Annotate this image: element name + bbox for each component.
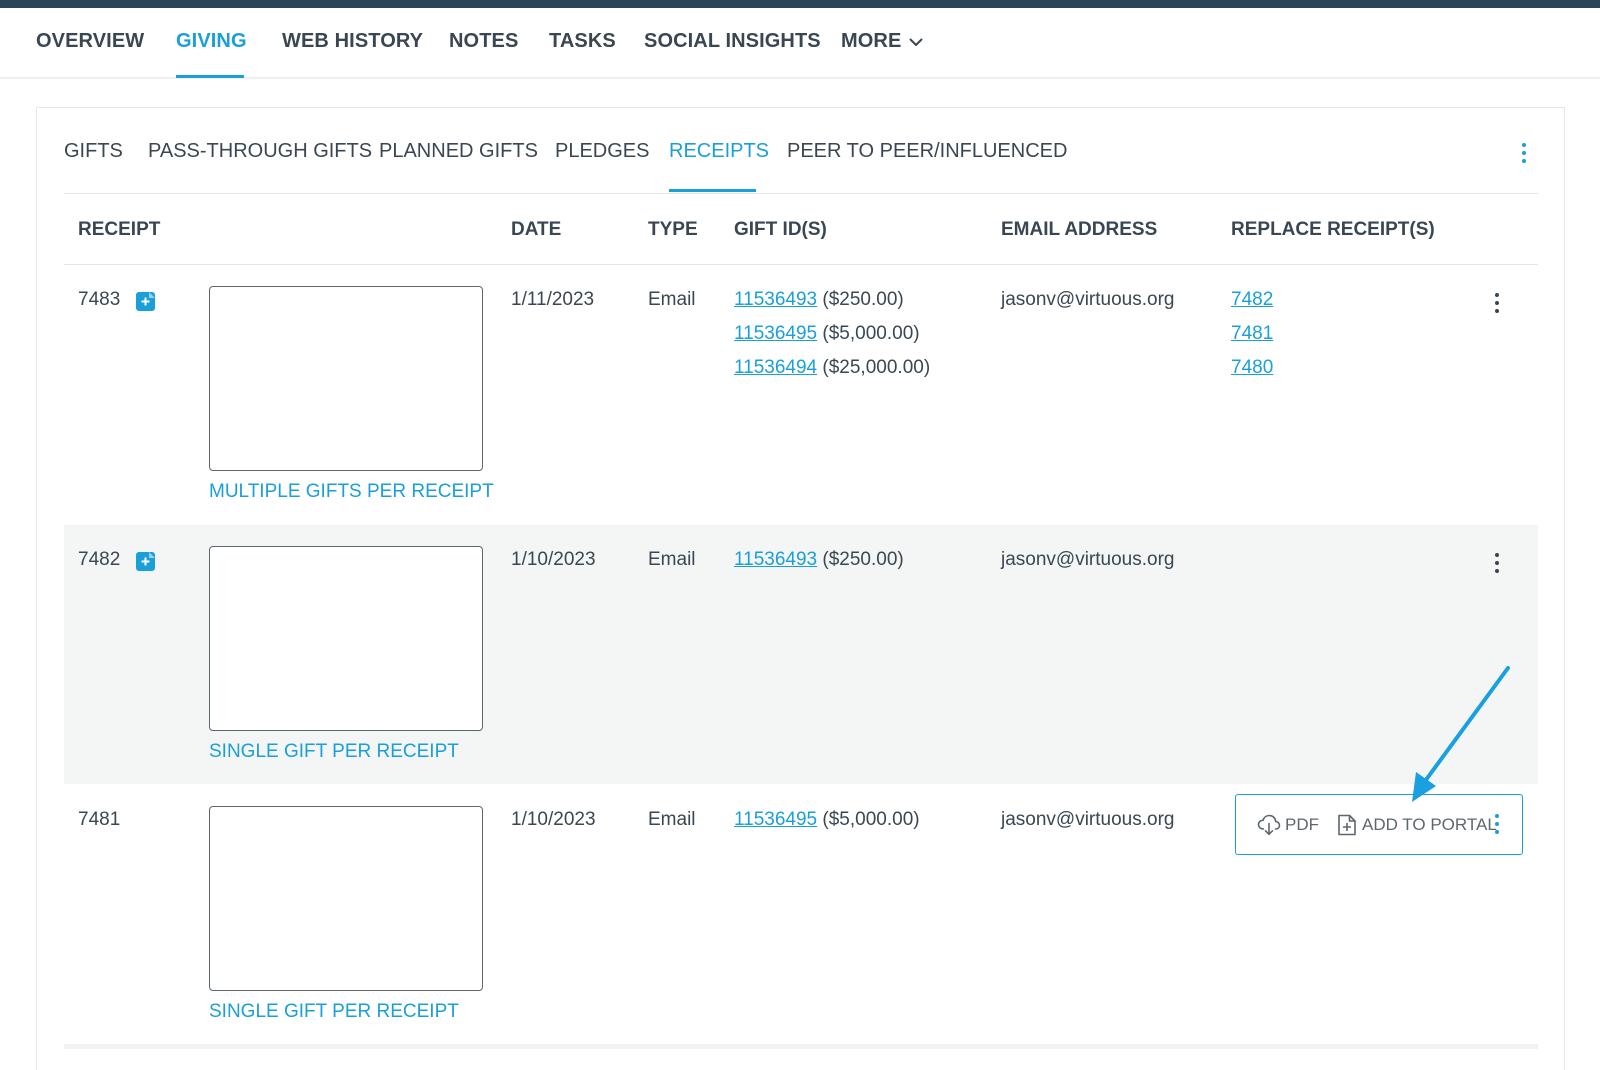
tab-more[interactable]: MORE [841,30,923,53]
arrow-annotation [1412,666,1510,802]
receipt-type: Email [648,809,696,830]
subtab-receipts[interactable]: RECEIPTS [669,140,769,163]
receipt-type: Email [648,549,696,570]
kebab-menu-icon[interactable] [1494,814,1500,838]
gift-amount: ($250.00) [822,289,904,310]
tab-notes[interactable]: NOTES [449,30,518,53]
receipt-thumbnail[interactable] [209,286,483,471]
receipt-date: 1/11/2023 [511,289,595,310]
tab-overview[interactable]: OVERVIEW [36,30,144,53]
header-replace-receipts: REPLACE RECEIPT(S) [1231,219,1435,240]
email-address: jasonv@virtuous.org [1001,549,1175,570]
receipt-template-link[interactable]: MULTIPLE GIFTS PER RECEIPT [209,481,494,503]
chevron-down-icon [909,30,923,53]
gift-line: 11536494 ($25,000.00) [734,357,930,379]
receipt-template-link[interactable]: SINGLE GIFT PER RECEIPT [209,1001,459,1023]
replace-receipt-link[interactable]: 7482 [1231,289,1273,311]
gift-line: 11536495 ($5,000.00) [734,323,920,345]
active-subtab-indicator [669,189,756,192]
receipt-date: 1/10/2023 [511,809,596,830]
gift-id-link[interactable]: 11536495 [734,809,817,830]
header-receipt: RECEIPT [78,219,161,240]
subtab-peer-to-peer[interactable]: PEER TO PEER/INFLUENCED [787,140,1067,163]
add-file-icon[interactable] [136,552,155,571]
add-file-icon[interactable] [136,292,155,311]
subtab-pledges[interactable]: PLEDGES [555,140,649,163]
header-date: DATE [511,219,562,240]
gift-amount: ($250.00) [822,549,904,570]
gift-id-link[interactable]: 11536493 [734,289,817,310]
subtab-planned-gifts[interactable]: PLANNED GIFTS [379,140,538,163]
tab-social-insights[interactable]: SOCIAL INSIGHTS [644,30,821,53]
active-tab-indicator [176,75,244,78]
receipt-number: 7482 [78,549,121,570]
gift-line: 11536493 ($250.00) [734,289,904,311]
pdf-button[interactable]: PDF [1285,815,1319,835]
gift-id-link[interactable]: 11536493 [734,549,817,570]
kebab-menu-icon[interactable] [1494,293,1500,317]
email-address: jasonv@virtuous.org [1001,289,1175,310]
gift-id-link[interactable]: 11536495 [734,323,817,344]
header-type: TYPE [648,219,698,240]
gift-id-link[interactable]: 11536494 [734,357,817,378]
gift-line: 11536495 ($5,000.00) [734,809,920,831]
receipt-template-link[interactable]: SINGLE GIFT PER RECEIPT [209,741,459,763]
receipt-thumbnail[interactable] [209,806,483,991]
receipt-number: 7481 [78,809,121,830]
receipt-date: 1/10/2023 [511,549,596,570]
header-gift-ids: GIFT ID(S) [734,219,827,240]
gift-amount: ($5,000.00) [822,809,920,830]
tab-tasks[interactable]: TASKS [549,30,616,53]
kebab-menu-icon[interactable] [1494,553,1500,577]
replace-receipt-link[interactable]: 7480 [1231,357,1273,379]
replace-receipt-link[interactable]: 7481 [1231,323,1273,345]
header-email: EMAIL ADDRESS [1001,219,1158,240]
tab-giving[interactable]: GIVING [176,30,247,53]
gift-amount: ($5,000.00) [822,323,920,344]
subtab-pass-through-gifts[interactable]: PASS-THROUGH GIFTS [148,140,372,163]
main-tabs: OVERVIEW GIVING WEB HISTORY NOTES TASKS … [0,8,1600,79]
tab-more-label: MORE [841,30,902,52]
file-plus-icon [1337,814,1357,841]
cloud-download-icon [1257,814,1281,841]
top-bar [0,0,1600,8]
receipt-type: Email [648,289,696,310]
receipt-number: 7483 [78,289,121,310]
email-address: jasonv@virtuous.org [1001,809,1175,830]
divider [64,1044,1538,1049]
gift-line: 11536493 ($250.00) [734,549,904,571]
divider [64,193,1538,194]
gift-amount: ($25,000.00) [822,357,931,378]
kebab-menu-icon[interactable] [1521,143,1527,167]
add-to-portal-button[interactable]: ADD TO PORTAL [1362,815,1497,835]
tab-web-history[interactable]: WEB HISTORY [282,30,423,53]
receipt-thumbnail[interactable] [209,546,483,731]
subtab-gifts[interactable]: GIFTS [64,140,123,163]
